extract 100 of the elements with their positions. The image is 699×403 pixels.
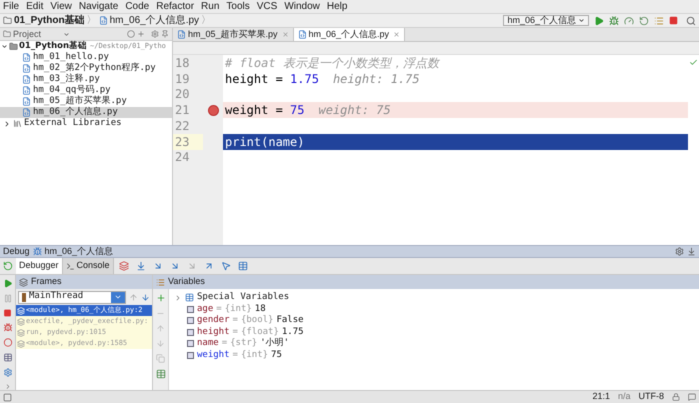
variable-value: 75 <box>271 350 282 361</box>
menu-item[interactable]: Edit <box>26 2 44 12</box>
project-icon[interactable] <box>3 30 11 38</box>
search-icon[interactable] <box>686 16 696 26</box>
step-out-icon[interactable] <box>204 261 214 271</box>
table-icon[interactable] <box>238 261 248 271</box>
tree-item[interactable]: hm_02_第2个Python程序.py <box>0 63 172 74</box>
encoding[interactable]: UTF-8 <box>638 390 664 403</box>
frame-icon <box>17 328 25 336</box>
menu-item[interactable]: Code <box>125 2 150 12</box>
line-number: 23 <box>173 134 203 150</box>
stop-icon[interactable] <box>3 308 12 317</box>
frames-icon[interactable] <box>118 261 129 271</box>
line-number: 22 <box>174 118 190 134</box>
mute-breakpoints-icon[interactable] <box>2 338 12 347</box>
down-arrow-icon[interactable] <box>141 292 150 302</box>
variable-row[interactable]: age = {int} 18 <box>169 304 699 315</box>
step-over-icon[interactable] <box>136 261 146 271</box>
refresh-icon[interactable] <box>639 16 649 26</box>
breadcrumb-separator: 〉 <box>86 14 97 28</box>
code-line: height = 1.75 height: 1.75 <box>224 70 421 86</box>
debug-tab[interactable]: Debugger <box>16 258 63 274</box>
variable-row[interactable]: gender = {bool} False <box>169 315 699 326</box>
library-icon[interactable] <box>13 119 22 128</box>
python-file-icon <box>177 30 186 39</box>
run-config-dropdown[interactable]: hm_06_个人信息 <box>503 15 589 26</box>
tree-item[interactable]: Special Variables <box>197 292 290 304</box>
folder-icon[interactable] <box>3 16 12 25</box>
stop-icon[interactable] <box>669 16 678 25</box>
bug-icon[interactable] <box>609 16 619 26</box>
pin-icon[interactable] <box>161 30 169 38</box>
equals-sign: = <box>232 350 238 361</box>
tool-windows-icon[interactable] <box>3 392 12 402</box>
python-icon[interactable] <box>32 247 42 256</box>
menu-item[interactable]: Help <box>326 2 348 12</box>
menu-item[interactable]: VCS <box>256 2 278 12</box>
settings-icon[interactable] <box>675 247 684 256</box>
tree-item[interactable]: 01_Python基础 <box>19 41 88 52</box>
panel-title: Variables <box>168 275 205 288</box>
tree-item[interactable]: hm_01_hello.py <box>0 52 172 63</box>
file-name: hm_02_第2个Python程序.py <box>33 63 156 73</box>
folder-icon[interactable] <box>9 42 18 51</box>
debug-tab[interactable]: Console <box>62 258 114 274</box>
step-into-icon[interactable] <box>170 261 180 271</box>
frames-icon <box>19 278 28 286</box>
menu-item[interactable]: Window <box>284 2 320 12</box>
variable-row[interactable]: weight = {int} 75 <box>169 350 699 361</box>
expand-icon[interactable] <box>137 30 145 38</box>
tree-item[interactable]: hm_04_qq号码.py <box>0 85 172 96</box>
breakpoint-icon[interactable] <box>208 104 218 116</box>
breadcrumb-item[interactable]: hm_06_个人信息.py <box>110 13 200 28</box>
equals-sign: = <box>222 338 228 350</box>
add-watch-icon[interactable] <box>156 293 166 303</box>
file-icon[interactable] <box>98 16 108 25</box>
settings-icon[interactable] <box>2 368 12 377</box>
caret-icon[interactable] <box>578 17 585 24</box>
variable-value: False <box>276 315 304 326</box>
close-icon[interactable] <box>393 31 400 38</box>
layout-icon[interactable] <box>2 352 12 362</box>
tree-item[interactable]: hm_05_超市买苹果.py <box>0 96 172 107</box>
variable-value: 18 <box>254 304 266 315</box>
variable-row[interactable]: height = {float} 1.75 <box>169 326 699 338</box>
notifications-icon[interactable] <box>688 393 696 401</box>
variable-type: {float} <box>240 326 279 338</box>
gauge-icon[interactable] <box>624 16 634 26</box>
tree-item[interactable]: hm_06_个人信息.py <box>0 107 172 118</box>
lock-icon[interactable] <box>672 393 680 401</box>
step-into-icon[interactable] <box>152 261 163 271</box>
menu-item[interactable]: File <box>3 2 20 12</box>
watches-icon[interactable] <box>156 369 166 379</box>
project-view-dropdown[interactable]: Project <box>13 30 42 38</box>
panel-title: Debug <box>3 244 30 258</box>
menu-item[interactable]: Run <box>201 2 220 12</box>
thread-dropdown[interactable]: MainThread <box>18 290 126 304</box>
menu-item[interactable]: Navigate <box>78 2 118 12</box>
rerun-icon[interactable] <box>3 261 13 271</box>
python-file-icon <box>298 30 307 39</box>
hide-icon[interactable] <box>687 247 696 256</box>
settings-icon[interactable] <box>151 30 159 38</box>
special-variables-icon <box>185 293 194 302</box>
tree-item[interactable]: External Libraries <box>24 118 122 129</box>
tree-item[interactable]: hm_03_注释.py <box>0 74 172 85</box>
menu-item[interactable]: Tools <box>226 2 250 12</box>
line-number: 18 <box>174 55 190 71</box>
file-name: hm_05_超市买苹果.py <box>33 96 127 106</box>
list-icon[interactable] <box>654 16 664 26</box>
menu-item[interactable]: View <box>50 2 72 12</box>
breakpoints-icon[interactable] <box>2 323 12 332</box>
breadcrumb-separator: 〉 <box>201 14 212 28</box>
breadcrumb-item[interactable]: 01_Python基础 <box>14 13 85 28</box>
menu-item[interactable]: Refactor <box>156 2 194 12</box>
run-icon[interactable] <box>594 16 604 26</box>
python-file-icon <box>22 86 31 95</box>
caret-position[interactable]: 21:1 <box>592 390 610 403</box>
cursor-icon[interactable] <box>220 261 231 271</box>
target-icon[interactable] <box>127 30 135 38</box>
editor-tab[interactable]: hm_06_个人信息.py <box>294 28 406 41</box>
close-icon[interactable] <box>282 31 289 38</box>
resume-icon[interactable] <box>2 279 12 288</box>
variable-row[interactable]: name = {str} '小明' <box>169 338 699 350</box>
